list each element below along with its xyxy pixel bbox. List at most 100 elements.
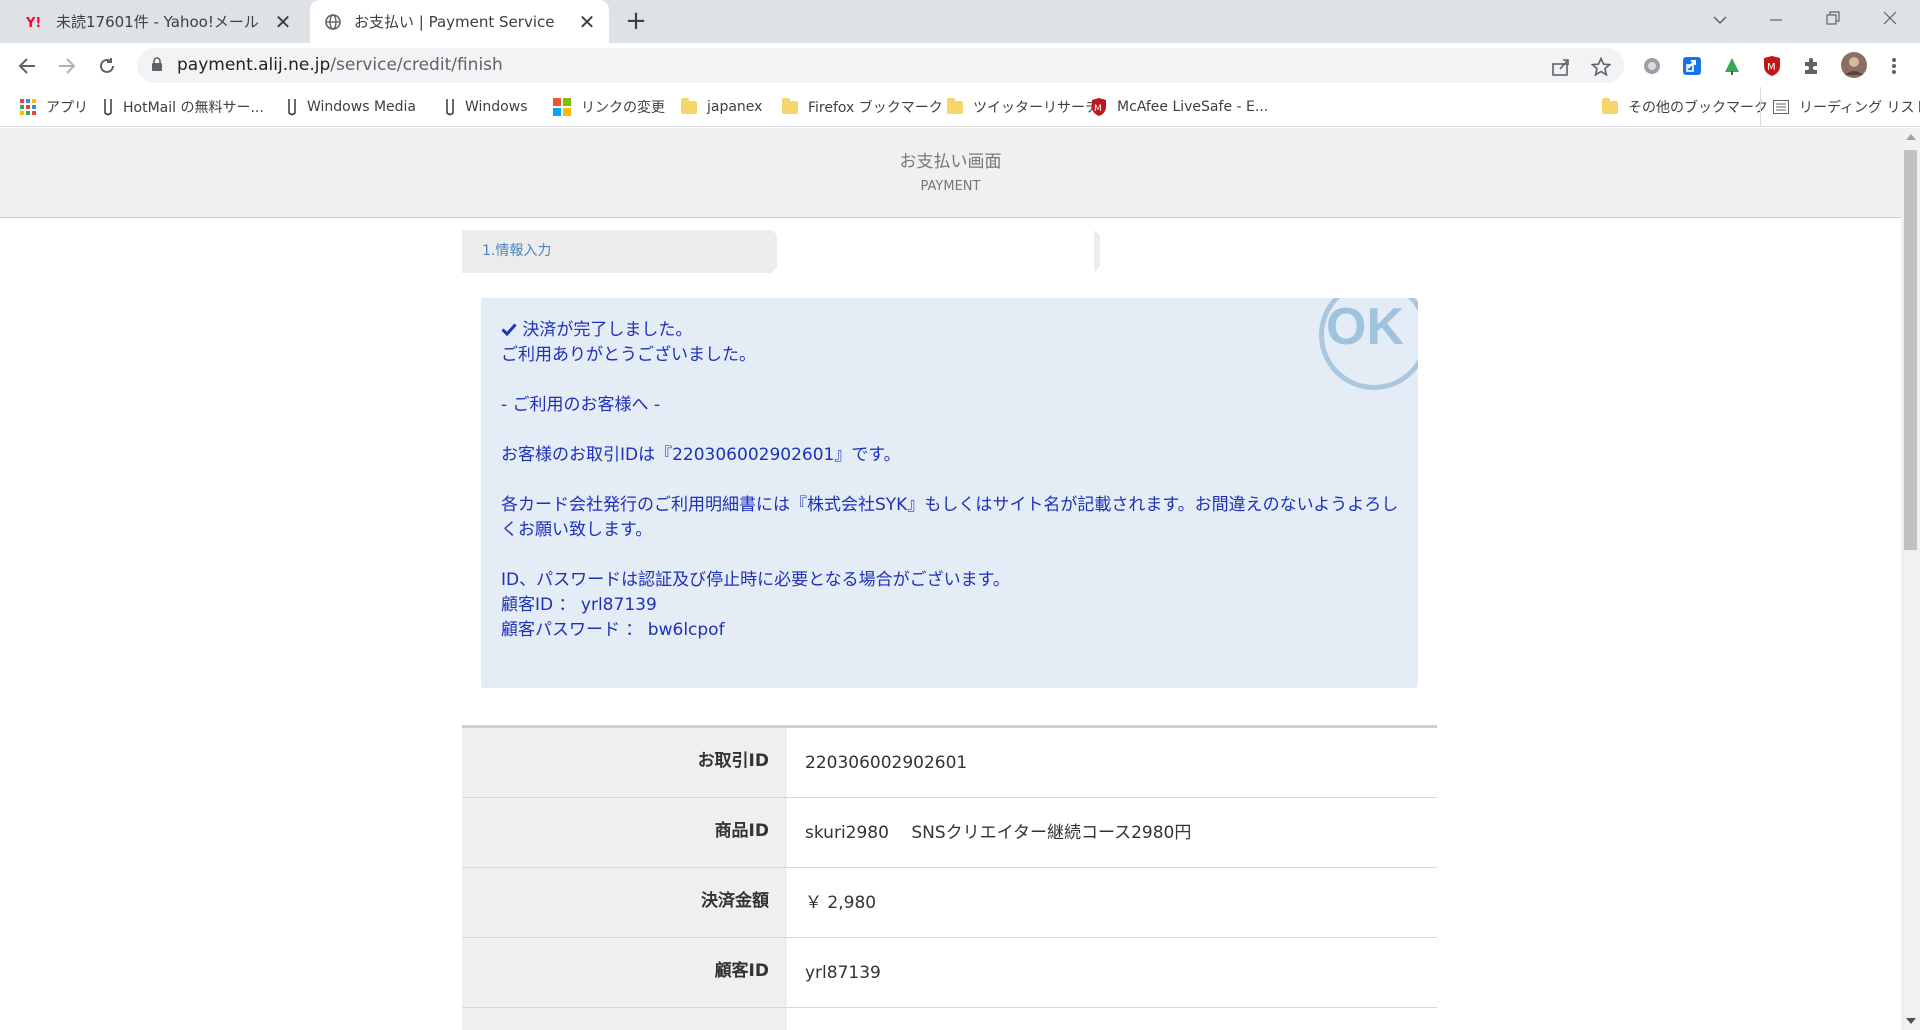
bookmark-windows[interactable]: Windows — [445, 87, 528, 127]
row-value: 220306002902601 — [805, 753, 968, 773]
restore-button[interactable] — [1813, 4, 1853, 36]
share-icon[interactable] — [1551, 57, 1571, 77]
globe-icon — [324, 13, 342, 31]
bookmark-hotmail[interactable]: HotMail の無料サー... — [103, 87, 264, 127]
bookmark-apps[interactable]: アプリ — [20, 87, 88, 127]
bookmark-other-folder[interactable]: その他のブックマーク — [1602, 87, 1768, 127]
row-value: ￥ 2,980 — [805, 893, 877, 913]
step-label: 1.情報入力 — [482, 243, 552, 259]
minimize-button[interactable] — [1756, 4, 1796, 36]
close-window-button[interactable] — [1870, 4, 1910, 36]
bookmark-label: アプリ — [46, 100, 88, 116]
bookmark-folder-twitter-research[interactable]: ツイッターリサーチ — [947, 87, 1099, 127]
bookmark-label: リーディング リスト — [1799, 100, 1920, 116]
reading-list-button[interactable]: リーディング リスト — [1760, 87, 1920, 127]
table-row: 決済金額 ￥ 2,980 — [462, 868, 1437, 938]
bookmark-mcafee[interactable]: M McAfee LiveSafe - E... — [1091, 87, 1268, 127]
yahoo-icon: Y! — [26, 13, 44, 31]
folder-icon — [782, 97, 798, 114]
notice-customer-id: 顧客ID ： yrl87139 — [501, 595, 657, 615]
notice-id-password-info: ID、パスワードは認証及び停止時に必要となる場合がございます。 — [501, 570, 1010, 590]
url-text: payment.alij.ne.jp/service/credit/finish — [177, 48, 503, 83]
svg-text:Y!: Y! — [26, 16, 41, 29]
bookmark-label: ツイッターリサーチ — [973, 100, 1099, 116]
tab-strip: Y! 未読17601件 - Yahoo!メール ✕ お支払い | Payment… — [0, 0, 1920, 43]
folder-icon — [681, 97, 697, 114]
extensions-puzzle-icon[interactable] — [1801, 55, 1823, 77]
extension-globe-icon[interactable] — [1641, 55, 1663, 77]
notice-thanks-text: ご利用ありがとうございました。 — [501, 345, 756, 365]
scroll-up-arrow-icon[interactable] — [1906, 134, 1916, 140]
menu-kebab-icon[interactable] — [1883, 55, 1905, 77]
reload-button[interactable] — [92, 51, 122, 81]
apps-grid-icon — [20, 99, 36, 115]
windows-logo-icon — [553, 98, 571, 116]
completion-notice: OK 決済が完了しました。 ご利用ありがとうございました。 - ご利用のお客様へ… — [481, 298, 1418, 688]
scrollbar-thumb[interactable] — [1904, 150, 1917, 550]
bookmark-label: Windows — [465, 99, 528, 115]
close-tab-icon[interactable]: ✕ — [577, 12, 597, 32]
folder-icon — [1602, 97, 1618, 114]
extension-link-icon[interactable] — [1681, 55, 1703, 77]
bookmark-link-change[interactable]: リンクの変更 — [553, 87, 665, 127]
bookmark-star-icon[interactable] — [1590, 56, 1612, 77]
url-host: payment.alij.ne.jp — [177, 55, 331, 75]
extension-mcafee-icon[interactable]: M — [1761, 55, 1783, 77]
close-tab-icon[interactable]: ✕ — [273, 12, 293, 32]
address-bar[interactable]: payment.alij.ne.jp/service/credit/finish — [137, 48, 1624, 83]
row-value: skuri2980 SNSクリエイター継続コース2980円 — [805, 823, 1192, 843]
bookmark-page-icon — [103, 98, 113, 116]
table-row-partial — [462, 1008, 1437, 1030]
url-path: /service/credit/finish — [330, 55, 503, 75]
forward-button[interactable] — [52, 51, 82, 81]
page-title: お支払い画面 — [899, 152, 1002, 172]
row-label: 顧客ID — [462, 938, 787, 1007]
checkmark-icon — [501, 320, 522, 340]
step-separator — [1100, 230, 1122, 272]
bookmarks-bar: アプリ HotMail の無料サー... Windows Media Windo… — [0, 87, 1920, 127]
bookmark-label: japanex — [707, 99, 763, 115]
bookmark-folder-japanex[interactable]: japanex — [681, 87, 762, 127]
notice-transaction-id: お客様のお取引IDは『220306002902601』です。 — [501, 445, 901, 465]
tab-payment-service[interactable]: お支払い | Payment Service ✕ — [310, 0, 609, 43]
bookmark-page-icon — [287, 98, 297, 116]
page-subtitle: PAYMENT — [920, 179, 981, 194]
reading-list-icon — [1773, 100, 1789, 114]
bookmark-label: Firefox ブックマーク — [808, 100, 943, 116]
notice-complete-text: 決済が完了しました。 — [522, 320, 693, 340]
svg-text:M: M — [1767, 62, 1776, 73]
table-row: 顧客ID yrl87139 — [462, 938, 1437, 1008]
table-row: 商品ID skuri2980 SNSクリエイター継続コース2980円 — [462, 798, 1437, 868]
extension-tree-icon[interactable] — [1721, 55, 1743, 77]
notice-customer-heading: - ご利用のお客様へ - — [501, 395, 661, 415]
row-label: 決済金額 — [462, 868, 787, 937]
bookmark-label: リンクの変更 — [581, 100, 665, 116]
page-viewport: お支払い画面 PAYMENT 1.情報入力 2.確認 3.決済完了 OK 決済が… — [0, 128, 1901, 1030]
mcafee-icon: M — [1091, 98, 1107, 116]
avatar[interactable] — [1840, 51, 1868, 79]
page-scrollbar[interactable] — [1901, 128, 1920, 1030]
bookmark-page-icon — [445, 98, 455, 116]
step-label: 2.確認 — [820, 243, 862, 259]
row-value: yrl87139 — [805, 963, 881, 983]
row-label: お取引ID — [462, 728, 787, 797]
bookmark-folder-firefox[interactable]: Firefox ブックマーク — [782, 87, 943, 127]
tab-yahoo-mail[interactable]: Y! 未読17601件 - Yahoo!メール ✕ — [12, 0, 305, 43]
lock-icon[interactable] — [151, 57, 163, 76]
row-label: 商品ID — [462, 798, 787, 867]
step-3-current: 3.決済完了 — [1102, 230, 1437, 273]
tab-title: お支払い | Payment Service — [354, 13, 555, 31]
step-2: 2.確認 — [780, 230, 1094, 273]
step-1: 1.情報入力 — [462, 230, 772, 273]
browser-toolbar: payment.alij.ne.jp/service/credit/finish… — [0, 43, 1920, 87]
bookmark-label: HotMail の無料サー... — [123, 100, 264, 116]
bookmark-windows-media[interactable]: Windows Media — [287, 87, 416, 127]
payment-details-table: お取引ID 220306002902601 商品ID skuri2980 SNS… — [462, 725, 1437, 1030]
back-button[interactable] — [12, 51, 42, 81]
tab-search-icon[interactable] — [1700, 4, 1740, 36]
scroll-down-arrow-icon[interactable] — [1906, 1018, 1916, 1024]
tab-title: 未読17601件 - Yahoo!メール — [56, 13, 259, 31]
page-header: お支払い画面 PAYMENT — [0, 128, 1901, 218]
new-tab-button[interactable]: + — [622, 8, 650, 36]
row-label — [462, 1008, 787, 1030]
